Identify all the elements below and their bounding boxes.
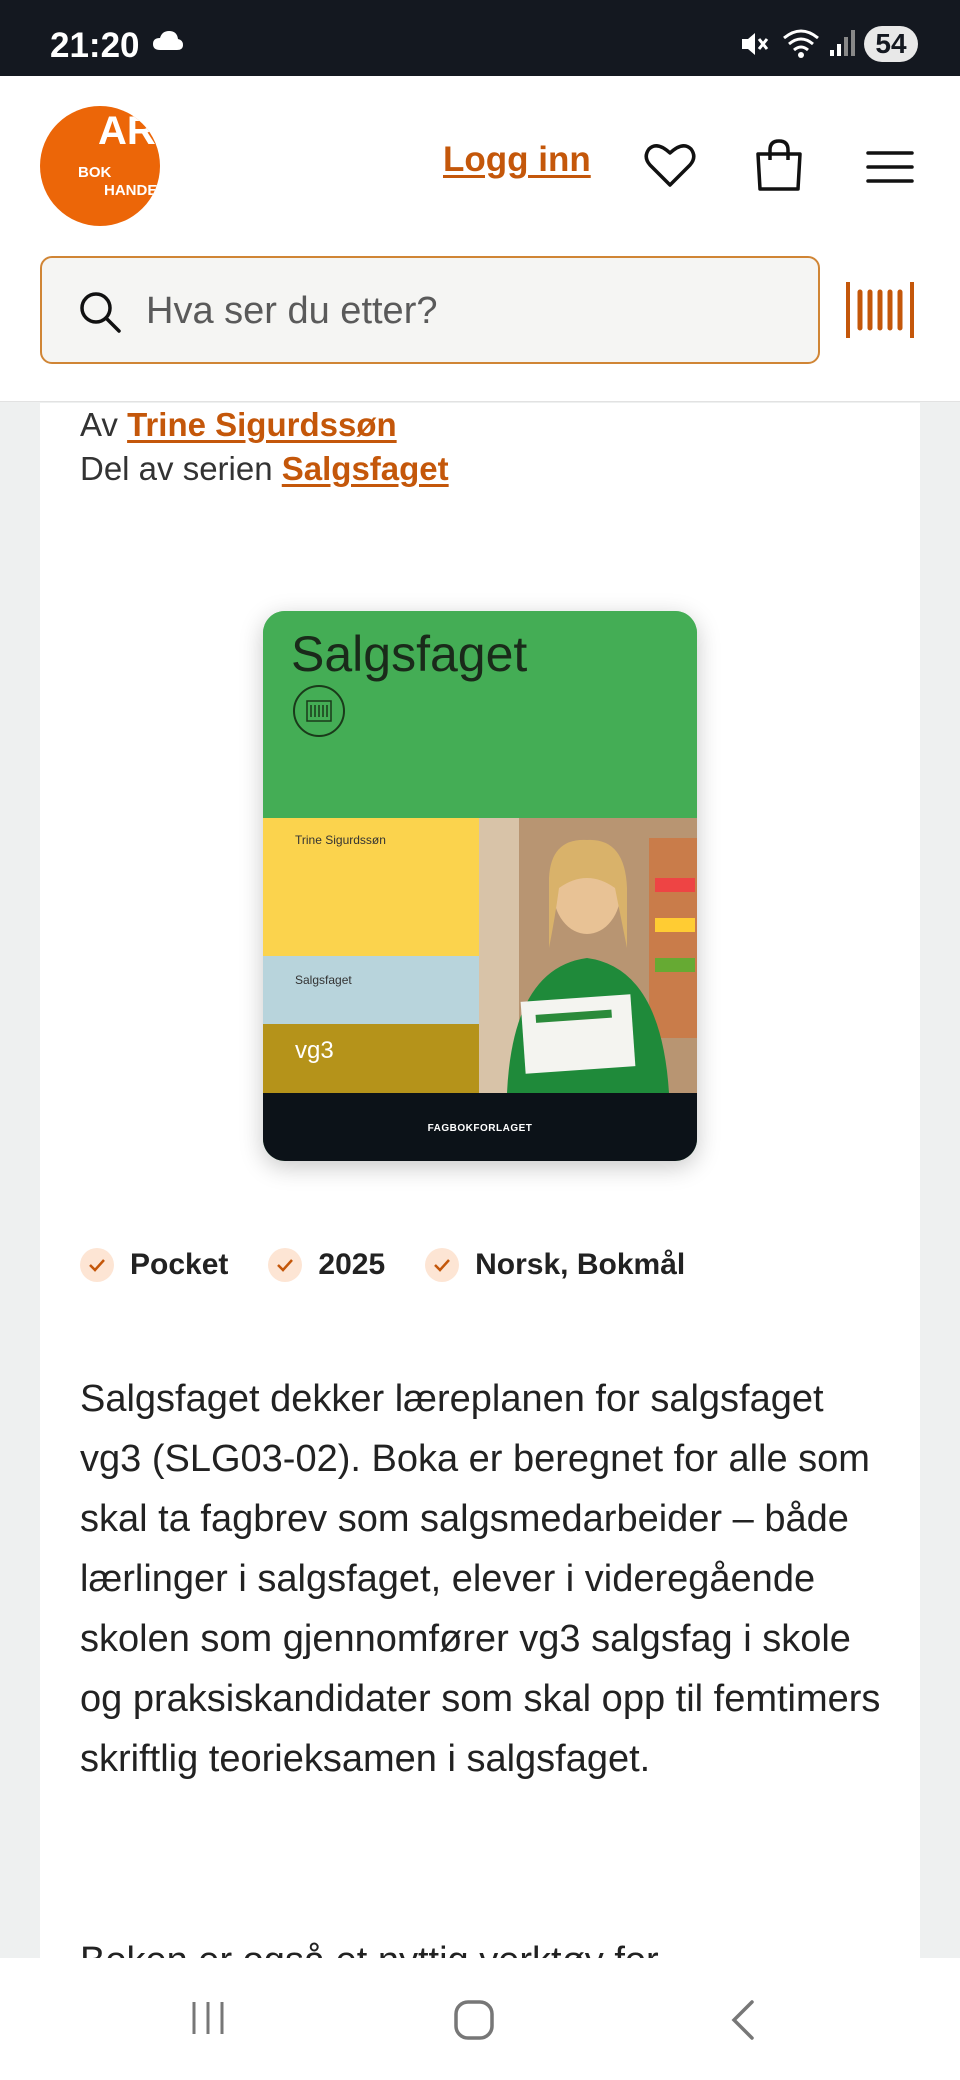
home-icon[interactable] <box>452 1998 496 2047</box>
menu-icon[interactable] <box>866 150 914 189</box>
logo-text-bok: BOK <box>78 164 112 181</box>
tag-label: 2025 <box>318 1248 386 1281</box>
series-line: Del av serien Salgsfaget <box>80 447 449 491</box>
logo-text-ark: ARK <box>98 109 160 153</box>
check-icon <box>80 1248 114 1282</box>
barcode-scanner-icon[interactable] <box>846 282 914 343</box>
wifi-icon <box>782 26 820 65</box>
author-line: Av Trine Sigurdssøn <box>80 403 449 447</box>
cover-series: Salgsfaget <box>295 973 352 987</box>
series-prefix: Del av serien <box>80 450 273 487</box>
heart-icon[interactable] <box>644 142 696 193</box>
status-time: 21:20 <box>50 26 140 65</box>
back-icon[interactable] <box>728 1998 758 2047</box>
tag-year: 2025 <box>268 1248 385 1282</box>
recent-apps-icon[interactable] <box>188 1998 228 2043</box>
cover-title: Salgsfaget <box>291 626 528 682</box>
product-card: Av Trine Sigurdssøn Del av serien Salgsf… <box>40 403 920 1982</box>
search-icon <box>78 290 122 339</box>
mute-icon <box>738 28 770 65</box>
series-link[interactable]: Salgsfaget <box>282 450 449 487</box>
book-cover[interactable]: Salgsfaget Trine Sigurdssøn Salgsfaget v… <box>263 611 697 1161</box>
cover-level: vg3 <box>295 1037 334 1064</box>
logo-text-handel: HANDEL <box>104 182 160 199</box>
product-tags: Pocket 2025 Norsk, Bokmål <box>80 1243 725 1287</box>
cloud-icon <box>152 30 184 57</box>
author-prefix: Av <box>80 406 118 443</box>
site-header: ARK BOK HANDEL Logg inn <box>0 76 960 402</box>
tag-language: Norsk, Bokmål <box>425 1248 685 1282</box>
check-icon <box>425 1248 460 1282</box>
tag-label: Norsk, Bokmål <box>475 1248 686 1281</box>
tag-label: Pocket <box>130 1248 229 1281</box>
ark-logo[interactable]: ARK BOK HANDEL <box>40 106 160 226</box>
system-nav-bar <box>0 1958 960 2080</box>
signal-icon <box>828 28 858 63</box>
cover-author: Trine Sigurdssøn <box>295 833 386 847</box>
author-link[interactable]: Trine Sigurdssøn <box>127 406 397 443</box>
product-description: Salgsfaget dekker læreplanen for salgsfa… <box>80 1378 881 1780</box>
login-link[interactable]: Logg inn <box>443 140 591 180</box>
tag-format: Pocket <box>80 1248 228 1282</box>
cover-publisher: FAGBOKFORLAGET <box>427 1123 533 1134</box>
status-bar: 21:20 54 <box>0 0 960 76</box>
cover-blue-band <box>263 956 479 1024</box>
cover-photo <box>479 818 697 1093</box>
search-box[interactable] <box>40 256 820 364</box>
shopping-bag-icon[interactable] <box>754 138 804 197</box>
product-byline: Av Trine Sigurdssøn Del av serien Salgsf… <box>80 403 449 491</box>
cover-badge-icon <box>293 685 345 737</box>
check-icon <box>268 1248 303 1282</box>
battery-indicator: 54 <box>864 26 918 62</box>
search-input[interactable] <box>146 282 786 340</box>
